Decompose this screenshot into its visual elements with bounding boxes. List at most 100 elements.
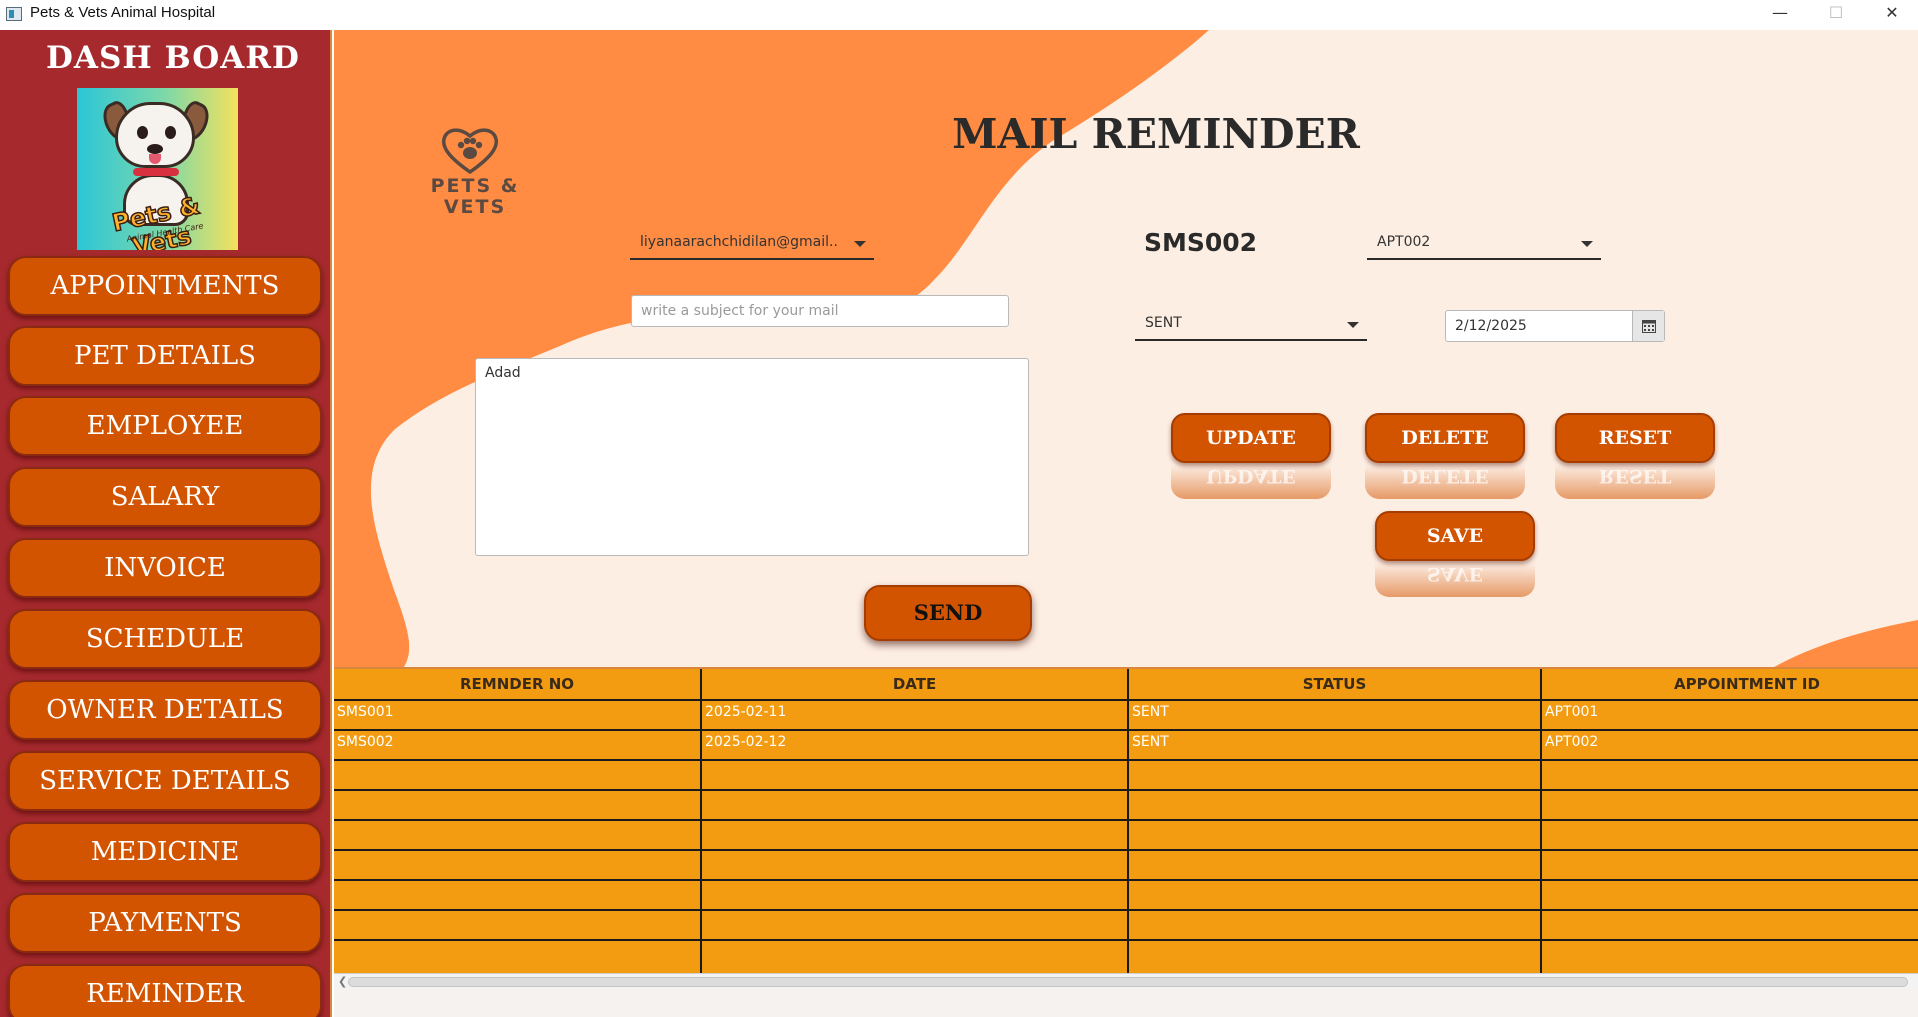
logo-dog-eye — [137, 126, 148, 139]
nav-appointments-button[interactable]: APPOINTMENTS — [8, 256, 322, 316]
table-cell-appointment-id: APT001 — [1545, 704, 1599, 720]
chevron-down-icon — [854, 241, 866, 247]
minimize-button[interactable]: — — [1752, 0, 1808, 30]
table-cell-empty — [1129, 941, 1542, 973]
dashboard-logo: Pets & Vets Animal Health Care — [77, 88, 238, 250]
table-cell-empty — [334, 761, 702, 789]
table-cell-date: 2025-02-11 — [702, 701, 1129, 729]
page-title: MAIL REMINDER — [952, 110, 1360, 158]
delete-button[interactable]: DELETE — [1365, 413, 1525, 463]
table-cell-empty — [1129, 911, 1542, 939]
paw-heart-icon — [441, 128, 499, 175]
table-cell-reminder-no: SMS001 — [334, 701, 702, 729]
scroll-left-icon[interactable]: ❮ — [338, 975, 347, 988]
column-header-appointment-id[interactable]: APPOINTMENT ID — [1542, 669, 1918, 699]
appointment-id-select[interactable]: APT002 — [1367, 228, 1601, 260]
logo-dog-eye — [165, 126, 176, 139]
nav-reminder-button[interactable]: REMINDER — [8, 964, 322, 1017]
table-cell-empty — [702, 821, 1129, 849]
app-icon — [6, 7, 22, 21]
table-row[interactable]: SMS002 2025-02-12 SENT APT002 — [334, 731, 1918, 761]
nav-schedule-button[interactable]: SCHEDULE — [8, 609, 322, 669]
table-cell-empty — [334, 821, 702, 849]
nav-salary-button[interactable]: SALARY — [8, 467, 322, 527]
sidebar-title: DASH BOARD — [46, 40, 300, 76]
logo-dog-nose — [147, 144, 163, 154]
table-cell-empty — [702, 761, 1129, 789]
brand-text: PETS & VETS — [420, 176, 530, 218]
window-title: Pets & Vets Animal Hospital — [30, 4, 216, 21]
bottom-strip — [334, 989, 1918, 1017]
window-title-bar: Pets & Vets Animal Hospital — ☐ ✕ — [0, 0, 1918, 30]
table-cell-empty — [702, 851, 1129, 879]
appointment-id-value: APT002 — [1377, 234, 1431, 250]
brand-line-2: VETS — [443, 196, 507, 218]
table-row-empty — [334, 881, 1918, 911]
table-cell-empty — [1129, 791, 1542, 819]
table-cell-empty — [334, 851, 702, 879]
main-panel: PETS & VETS MAIL REMINDER liyanaarachchi… — [334, 30, 1918, 667]
table-row[interactable]: SMS001 2025-02-11 SENT APT001 — [334, 701, 1918, 731]
table-cell-empty — [702, 881, 1129, 909]
table-row-empty — [334, 941, 1918, 973]
table-cell-empty — [334, 881, 702, 909]
table-cell-empty — [702, 791, 1129, 819]
table-row-empty — [334, 791, 1918, 821]
column-header-reminder-no[interactable]: REMNDER NO — [334, 669, 702, 699]
scrollbar-thumb[interactable] — [348, 977, 1908, 987]
table-cell-empty — [1129, 851, 1542, 879]
email-select[interactable]: liyanaarachchidilan@gmail.... — [630, 228, 874, 260]
send-button[interactable]: SEND — [864, 585, 1032, 641]
subject-input[interactable]: write a subject for your mail — [631, 295, 1009, 327]
table-cell-empty — [1129, 761, 1542, 789]
delete-button-reflection: DELETE — [1365, 465, 1525, 499]
column-header-date[interactable]: DATE — [702, 669, 1129, 699]
date-picker[interactable]: 2/12/2025 — [1445, 310, 1665, 342]
nav-medicine-button[interactable]: MEDICINE — [8, 822, 322, 882]
reminder-id-label: SMS002 — [1144, 228, 1258, 257]
table-cell-date: 2025-02-12 — [702, 731, 1129, 759]
reset-button[interactable]: RESET — [1555, 413, 1715, 463]
table-header-row: REMNDER NO DATE STATUS APPOINTMENT ID — [334, 669, 1918, 701]
chevron-down-icon — [1347, 322, 1359, 328]
table-cell-status: SENT — [1129, 701, 1542, 729]
update-button-reflection: UPDATE — [1171, 465, 1331, 499]
reminder-table: REMNDER NO DATE STATUS APPOINTMENT ID SM… — [334, 667, 1918, 973]
table-horizontal-scrollbar[interactable]: ❮ — [334, 973, 1918, 989]
calendar-icon — [1642, 320, 1656, 333]
calendar-button[interactable] — [1632, 311, 1664, 341]
date-value: 2/12/2025 — [1455, 318, 1527, 334]
table-row-empty — [334, 851, 1918, 881]
table-cell-empty — [334, 941, 702, 973]
brand-line-1: PETS & — [430, 175, 520, 197]
maximize-button[interactable]: ☐ — [1808, 0, 1864, 30]
table-cell-empty — [1129, 881, 1542, 909]
table-cell-empty — [702, 911, 1129, 939]
nav-invoice-button[interactable]: INVOICE — [8, 538, 322, 598]
table-row-empty — [334, 821, 1918, 851]
table-cell-empty — [1129, 821, 1542, 849]
table-cell-empty — [334, 911, 702, 939]
close-button[interactable]: ✕ — [1864, 0, 1918, 30]
save-button[interactable]: SAVE — [1375, 511, 1535, 561]
logo-dog-collar — [133, 168, 179, 176]
nav-owner-details-button[interactable]: OWNER DETAILS — [8, 680, 322, 740]
chevron-down-icon — [1581, 241, 1593, 247]
column-header-status[interactable]: STATUS — [1129, 669, 1542, 699]
update-button[interactable]: UPDATE — [1171, 413, 1331, 463]
sidebar: DASH BOARD Pets & Vets Animal Health Car… — [0, 30, 332, 1017]
reset-button-reflection: RESET — [1555, 465, 1715, 499]
status-select[interactable]: SENT — [1135, 309, 1367, 341]
table-row-empty — [334, 761, 1918, 791]
email-select-value: liyanaarachchidilan@gmail.... — [640, 234, 838, 250]
nav-pet-details-button[interactable]: PET DETAILS — [8, 326, 322, 386]
mail-body-textarea[interactable]: Adad — [475, 358, 1029, 556]
nav-employee-button[interactable]: EMPLOYEE — [8, 396, 322, 456]
save-button-reflection: SAVE — [1375, 563, 1535, 597]
nav-payments-button[interactable]: PAYMENTS — [8, 893, 322, 953]
table-cell-empty — [334, 791, 702, 819]
table-cell-empty — [702, 941, 1129, 973]
table-cell-reminder-no: SMS002 — [334, 731, 702, 759]
pets-vets-brand-logo: PETS & VETS — [420, 126, 530, 246]
nav-service-details-button[interactable]: SERVICE DETAILS — [8, 751, 322, 811]
